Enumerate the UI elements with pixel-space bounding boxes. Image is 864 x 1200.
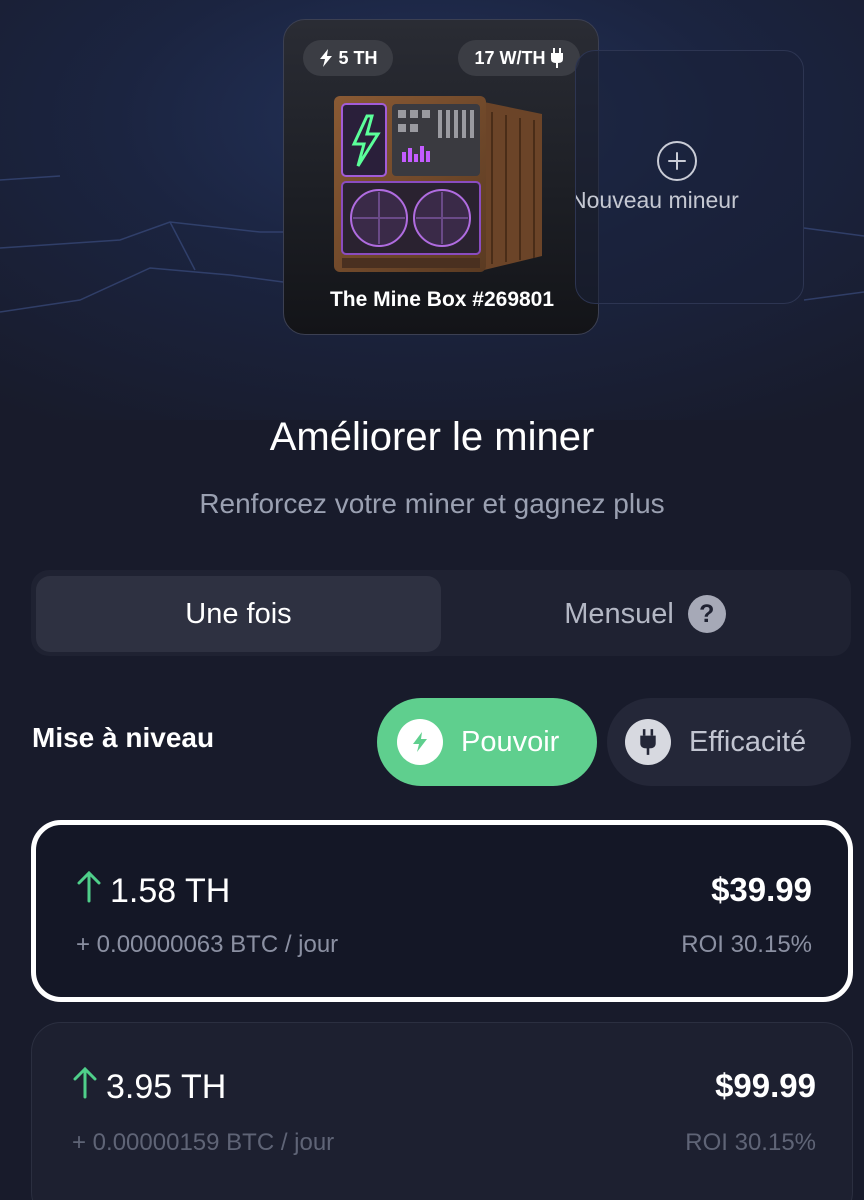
- page-subtitle: Renforcez votre miner et gagnez plus: [199, 488, 665, 519]
- arrow-up-icon: [72, 1066, 98, 1108]
- help-icon[interactable]: ?: [687, 595, 726, 633]
- efficiency-badge: 17 W/TH: [458, 40, 580, 76]
- miner-card[interactable]: 5 TH 17 W/TH The Mine Box #269801: [283, 19, 599, 335]
- bolt-icon: [397, 719, 443, 765]
- bolt-icon: [318, 49, 334, 67]
- offer-hashrate-value: 3.95 TH: [106, 1068, 227, 1106]
- power-badge: 5 TH: [303, 40, 393, 76]
- plus-circle-icon: [657, 141, 697, 181]
- plug-icon: [550, 48, 564, 68]
- offer-hashrate: 3.95 TH: [72, 1066, 227, 1108]
- page-title: Améliorer le miner: [269, 415, 595, 459]
- mine-box-image: [334, 96, 542, 272]
- offer-roi: ROI 30.15%: [685, 1129, 816, 1156]
- tab-mensuel[interactable]: Mensuel ?: [445, 576, 845, 652]
- arrow-up-icon: [76, 870, 102, 912]
- add-miner-card[interactable]: Nouveau mineur: [575, 50, 804, 304]
- upgrade-efficiency-button[interactable]: Efficacité: [607, 698, 851, 786]
- offer-btc-per-day: + 0.00000063 BTC / jour: [76, 931, 339, 958]
- add-miner-label: Nouveau mineur: [575, 187, 739, 213]
- billing-toggle: Une fois Mensuel ?: [31, 570, 851, 656]
- offer-roi: ROI 30.15%: [681, 931, 812, 958]
- upgrade-power-label: Pouvoir: [461, 725, 560, 758]
- offer-card-selected[interactable]: 1.58 TH $39.99 + 0.00000063 BTC / jour R…: [31, 820, 853, 1002]
- plug-icon: [625, 719, 671, 765]
- offer-hashrate: 1.58 TH: [76, 870, 231, 912]
- offer-price: $39.99: [711, 871, 812, 908]
- tab-une-fois[interactable]: Une fois: [36, 576, 441, 652]
- efficiency-badge-value: 17 W/TH: [474, 47, 546, 68]
- tab-une-fois-label: Une fois: [185, 597, 292, 630]
- offer-hashrate-value: 1.58 TH: [110, 872, 231, 910]
- power-badge-value: 5 TH: [338, 47, 378, 68]
- miner-name: The Mine Box #269801: [329, 288, 555, 311]
- offer-btc-per-day: + 0.00000159 BTC / jour: [72, 1129, 335, 1156]
- offer-price: $99.99: [715, 1067, 816, 1104]
- upgrade-efficiency-label: Efficacité: [689, 725, 807, 758]
- upgrade-label: Mise à niveau: [32, 722, 215, 753]
- tab-mensuel-label: Mensuel: [564, 597, 674, 630]
- upgrade-power-button[interactable]: Pouvoir: [377, 698, 597, 786]
- offer-card[interactable]: 3.95 TH $99.99 + 0.00000159 BTC / jour R…: [31, 1022, 853, 1200]
